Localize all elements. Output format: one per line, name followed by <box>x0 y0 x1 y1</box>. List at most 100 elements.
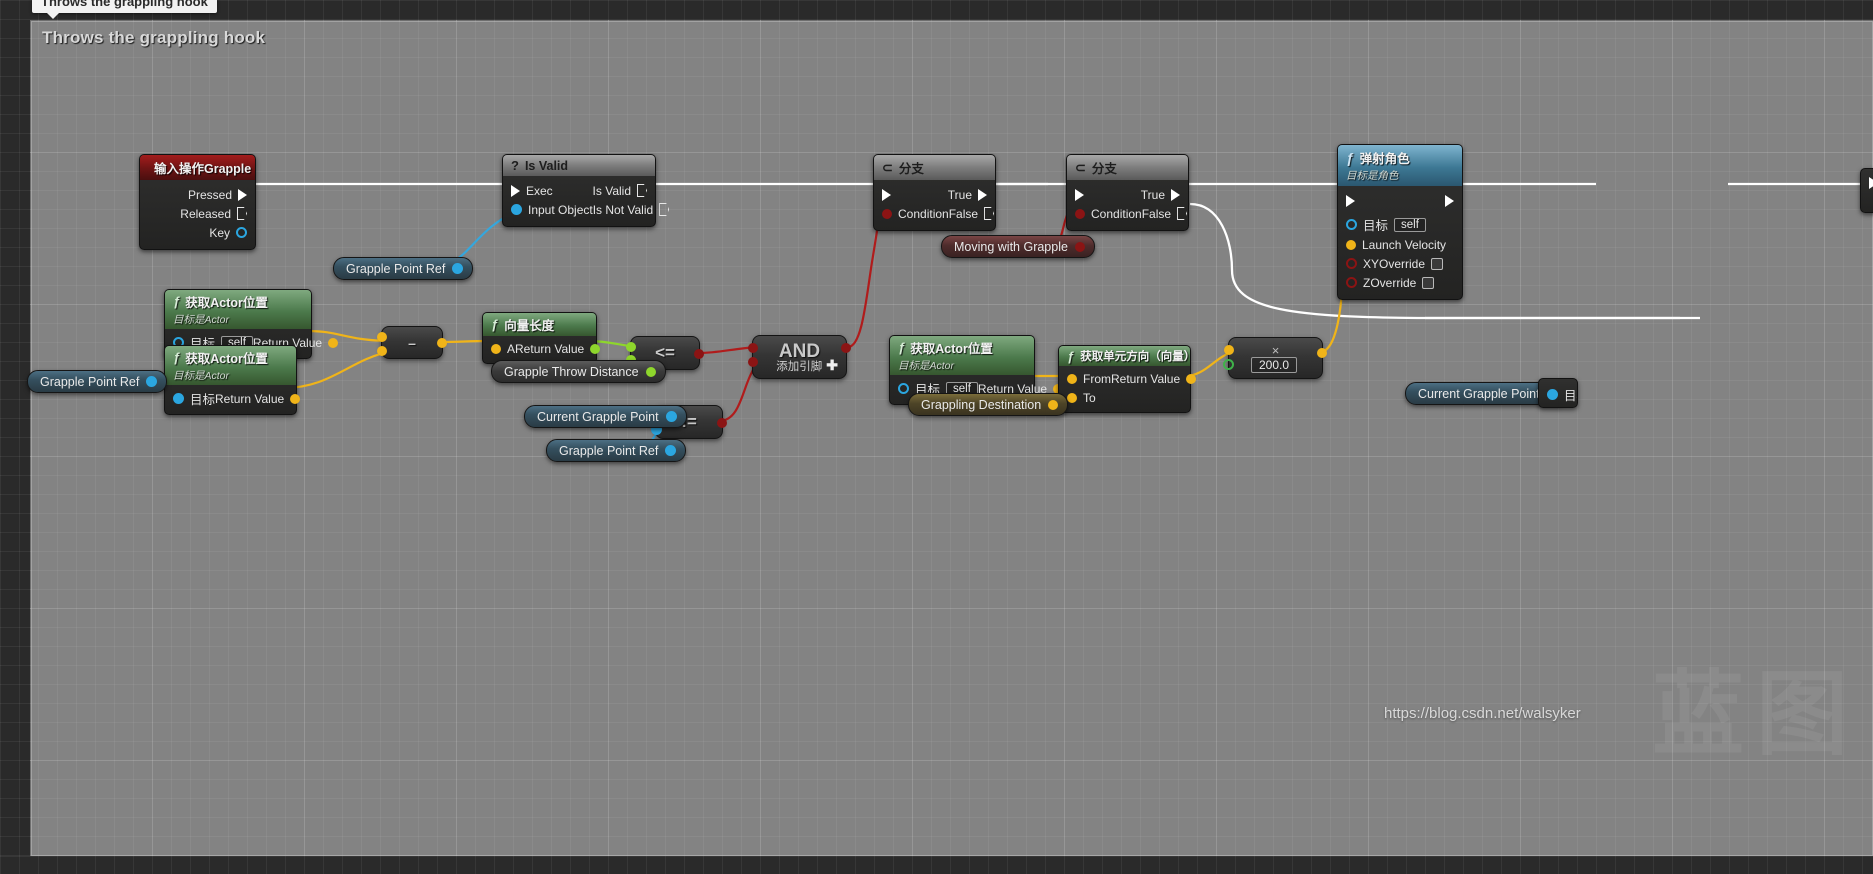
node-branch-2[interactable]: ⊂ 分支 True Condition False <box>1066 154 1189 231</box>
node-and[interactable]: AND 添加引脚 ✚ <box>748 335 851 379</box>
var-current-grapple-point-1[interactable]: Current Grapple Point <box>524 405 687 428</box>
bool-pin-out[interactable] <box>1074 241 1085 252</box>
vector-pin-to[interactable] <box>1067 392 1077 403</box>
exec-pin-in[interactable] <box>1075 188 1084 201</box>
object-pin-out[interactable] <box>665 445 677 456</box>
vector-pin-out[interactable] <box>437 338 447 348</box>
pin-row[interactable]: 目标 <box>1539 379 1577 405</box>
add-pin-row[interactable]: 添加引脚 ✚ <box>776 357 838 374</box>
vector-pin-return-value[interactable] <box>1186 373 1197 384</box>
var-grapple-throw-distance[interactable]: Grapple Throw Distance <box>491 360 666 383</box>
object-pin-out[interactable] <box>146 376 158 387</box>
zoverride-checkbox[interactable] <box>1422 276 1435 289</box>
node-input-action-grapple[interactable]: 输入操作Grapple Pressed Released Key <box>139 154 256 250</box>
pin-row[interactable]: 目标 Return Value <box>165 388 301 409</box>
node-get-actor-location-2[interactable]: ƒ 获取Actor位置 目标是Actor 目标 Return Value <box>164 345 301 415</box>
target-self-value[interactable]: self <box>1394 217 1426 232</box>
pin-row[interactable]: True <box>1067 185 1188 204</box>
bool-pin-xyoverride[interactable] <box>1346 258 1357 269</box>
var-moving-with-grapple[interactable]: Moving with Grapple <box>941 235 1095 258</box>
node-multiply[interactable]: × 200.0 <box>1223 337 1327 379</box>
pin-row[interactable]: Exec Is Valid <box>503 181 655 200</box>
var-grapple-point-ref-lower[interactable]: Grapple Point Ref <box>546 439 687 462</box>
float-pin-b[interactable] <box>1223 359 1234 370</box>
pin-row[interactable]: True <box>874 185 995 204</box>
vector-pin-out[interactable] <box>1048 399 1059 410</box>
node-right-edge-partial[interactable]: 目标 <box>1538 378 1578 408</box>
pin-row[interactable]: Key <box>140 223 255 242</box>
pin-row[interactable]: Condition False <box>1067 204 1188 223</box>
node-is-valid[interactable]: ? Is Valid Exec Is Valid Input Object Is… <box>502 154 670 227</box>
exec-pin-in[interactable] <box>882 188 891 201</box>
bool-pin-out[interactable] <box>717 418 727 428</box>
pin-row[interactable]: To <box>1059 388 1190 407</box>
vector-pin-return-value[interactable] <box>328 337 339 348</box>
var-grapple-point-ref-mid[interactable]: Grapple Point Ref <box>333 257 474 280</box>
exec-pin-in[interactable] <box>1346 194 1355 207</box>
node-get-unit-direction[interactable]: ƒ 获取单元方向（向量） From Return Value To <box>1058 345 1197 413</box>
object-pin-key[interactable] <box>236 227 247 238</box>
pin-row[interactable]: Input Object Is Not Valid <box>503 200 670 219</box>
vector-pin-a[interactable] <box>1224 345 1234 355</box>
float-pin-out[interactable] <box>645 366 656 377</box>
pin-row[interactable]: 目标 self <box>1338 214 1462 235</box>
pin-label: False <box>1141 206 1172 221</box>
node-launch-character[interactable]: ƒ 弹射角色 目标是角色 目标 self Launch Velocity XYO… <box>1337 144 1463 300</box>
object-pin-out[interactable] <box>452 263 464 274</box>
pin-row[interactable]: From Return Value <box>1059 369 1197 388</box>
object-pin-target[interactable] <box>898 383 909 394</box>
exec-pin-is-valid[interactable] <box>637 184 647 197</box>
bool-pin-zoverride[interactable] <box>1346 277 1357 288</box>
object-pin-target[interactable] <box>173 393 184 404</box>
bool-pin-b[interactable] <box>748 357 758 367</box>
pin-row[interactable]: Pressed <box>140 185 255 204</box>
exec-pin-in[interactable] <box>511 184 520 197</box>
vector-pin-out[interactable] <box>1317 348 1327 358</box>
float-pin-a[interactable] <box>626 342 636 352</box>
node-right-edge-exec-partial[interactable] <box>1860 168 1873 213</box>
var-grappling-destination[interactable]: Grappling Destination <box>908 393 1069 416</box>
vector-pin-a[interactable] <box>491 343 501 354</box>
bool-pin-a[interactable] <box>748 343 758 353</box>
operator-symbol: – <box>408 334 416 351</box>
object-pin-input-object[interactable] <box>511 204 522 215</box>
exec-pin-pressed[interactable] <box>238 188 247 201</box>
vector-pin-return-value[interactable] <box>290 393 301 404</box>
vector-pin-b[interactable] <box>377 346 387 356</box>
bool-pin-condition[interactable] <box>1075 208 1085 219</box>
node-vector-length[interactable]: ƒ 向量长度 A Return Value <box>482 312 601 364</box>
exec-pin-false[interactable] <box>1177 207 1188 220</box>
node-subtract[interactable]: – <box>377 326 447 359</box>
pin-row[interactable]: Condition False <box>874 204 995 223</box>
exec-pin-true[interactable] <box>1171 188 1180 201</box>
pin-row[interactable]: ZOverride <box>1338 273 1462 292</box>
exec-pin-is-not-valid[interactable] <box>659 203 670 216</box>
pin-row[interactable]: Launch Velocity <box>1338 235 1462 254</box>
pin-row[interactable]: A Return Value <box>483 339 601 358</box>
pin-row[interactable]: Released <box>140 204 255 223</box>
xyoverride-checkbox[interactable] <box>1431 257 1444 270</box>
multiply-value-input[interactable]: 200.0 <box>1251 357 1298 373</box>
node-branch-1[interactable]: ⊂ 分支 True Condition False <box>873 154 996 231</box>
exec-pin-in[interactable] <box>1869 177 1873 189</box>
exec-pin-false[interactable] <box>984 207 995 220</box>
comment-box[interactable]: Throws the grappling hook <box>31 21 1873 856</box>
bool-pin-out[interactable] <box>841 343 851 353</box>
vector-pin-launch-velocity[interactable] <box>1346 239 1356 250</box>
plus-icon[interactable]: ✚ <box>826 357 838 374</box>
vector-pin-from[interactable] <box>1067 373 1077 384</box>
pin-row[interactable] <box>1861 169 1873 190</box>
float-pin-return-value[interactable] <box>590 343 601 354</box>
vector-pin-a[interactable] <box>377 332 387 342</box>
bool-pin-out[interactable] <box>694 349 704 359</box>
var-grapple-point-ref-left[interactable]: Grapple Point Ref <box>27 370 168 393</box>
object-pin-target[interactable] <box>1547 389 1558 400</box>
pin-row[interactable]: XYOverride <box>1338 254 1462 273</box>
exec-pin-out[interactable] <box>1445 194 1454 207</box>
object-pin-out[interactable] <box>665 411 677 422</box>
bool-pin-condition[interactable] <box>882 208 892 219</box>
exec-pin-true[interactable] <box>978 188 987 201</box>
object-pin-target[interactable] <box>1346 219 1357 230</box>
pin-row[interactable] <box>1338 191 1462 210</box>
exec-pin-released[interactable] <box>237 207 247 220</box>
